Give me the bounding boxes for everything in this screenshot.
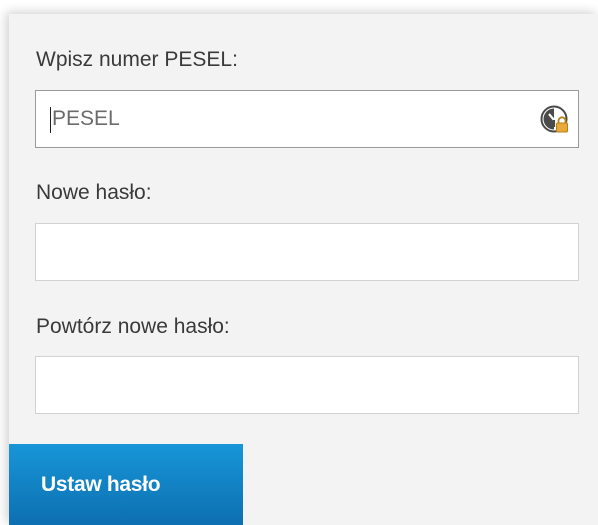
new-password-field-wrapper bbox=[35, 223, 579, 281]
new-password-input[interactable] bbox=[36, 224, 532, 280]
new-password-label: Nowe hasło: bbox=[36, 181, 152, 204]
pesel-field-wrapper bbox=[35, 90, 579, 148]
pesel-label: Wpisz numer PESEL: bbox=[36, 48, 238, 71]
repeat-password-label: Powtórz nowe hasło: bbox=[36, 315, 230, 338]
pesel-input[interactable] bbox=[36, 91, 532, 147]
repeat-password-field-wrapper bbox=[35, 356, 579, 414]
password-manager-lock-icon[interactable] bbox=[540, 105, 570, 135]
repeat-password-input[interactable] bbox=[36, 357, 532, 413]
password-reset-form: Wpisz numer PESEL: Nowe hasło: Powtórz n… bbox=[9, 14, 598, 525]
set-password-button[interactable]: Ustaw hasło bbox=[9, 444, 243, 525]
text-cursor bbox=[50, 107, 51, 133]
